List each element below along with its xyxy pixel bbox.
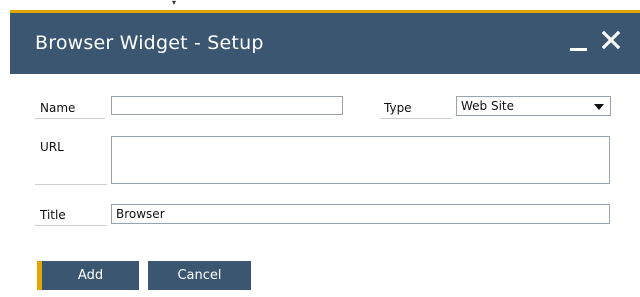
title-label: Title (40, 208, 66, 222)
type-label-underline (380, 118, 452, 119)
title-input[interactable] (111, 204, 610, 224)
add-button[interactable]: Add (37, 261, 139, 290)
minimize-icon[interactable] (570, 48, 587, 51)
chevron-down-icon[interactable] (594, 104, 604, 110)
dialog-titlebar[interactable]: Browser Widget - Setup (10, 13, 640, 74)
mouse-cursor-icon: ▾ (172, 0, 177, 7)
name-label: Name (40, 101, 76, 115)
browser-widget-setup-dialog: Browser Widget - Setup Name Type Web Sit… (10, 10, 640, 297)
url-label-underline (35, 184, 107, 185)
name-input[interactable] (111, 96, 343, 115)
close-icon[interactable] (599, 28, 623, 52)
type-select-value: Web Site (461, 99, 515, 113)
type-label: Type (384, 101, 412, 115)
title-label-underline (35, 225, 107, 226)
url-label: URL (40, 140, 64, 154)
cancel-button[interactable]: Cancel (148, 261, 251, 290)
type-select[interactable]: Web Site (456, 96, 611, 116)
dialog-title: Browser Widget - Setup (35, 32, 264, 54)
background-strip (0, 0, 640, 10)
url-textarea[interactable] (111, 136, 610, 184)
screen: ▾ Browser Widget - Setup Name Type Web S… (0, 0, 640, 297)
name-label-underline (35, 118, 105, 119)
dialog-body: Name Type Web Site URL Title Add Cancel (10, 74, 640, 297)
